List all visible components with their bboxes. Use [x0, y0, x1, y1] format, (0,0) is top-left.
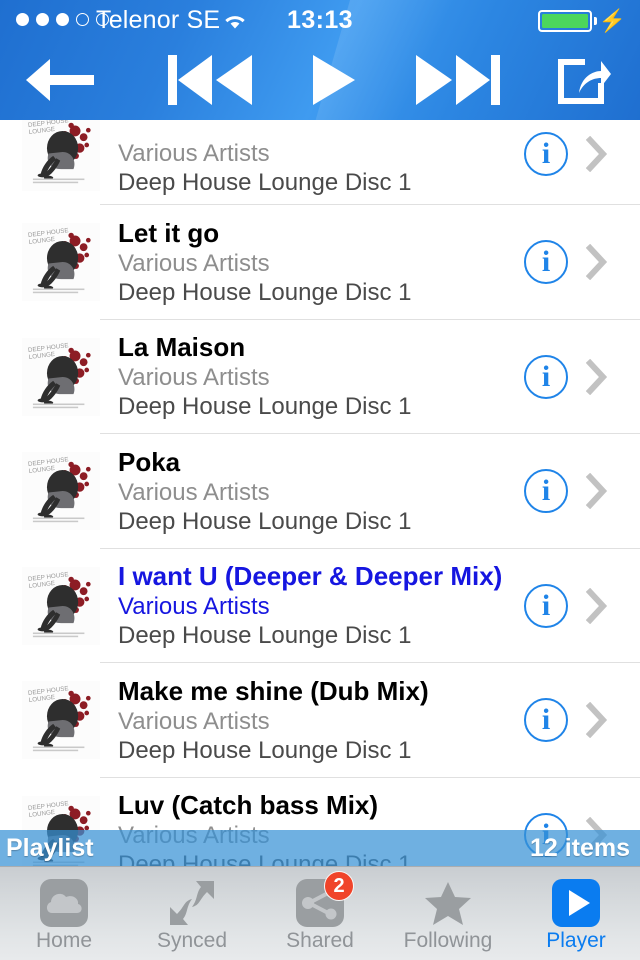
row-album: Deep House Lounge Disc 1	[118, 169, 412, 196]
disclosure-button[interactable]	[580, 434, 624, 549]
disclosure-button[interactable]	[580, 120, 624, 205]
share-icon	[557, 59, 611, 104]
album-art: DEEP HOUSE LOUNGE	[22, 566, 100, 645]
previous-button[interactable]	[150, 40, 270, 120]
row-album: Deep House Lounge Disc 1	[118, 507, 412, 535]
disclosure-button[interactable]	[580, 549, 624, 664]
next-button[interactable]	[395, 40, 520, 120]
tab-bar: Home Synced 2 Shared Following Player	[0, 866, 640, 960]
cloud-icon	[36, 875, 92, 931]
info-button[interactable]: i	[524, 132, 568, 176]
battery-full-icon	[538, 10, 593, 32]
play-icon	[312, 55, 355, 105]
tab-following[interactable]: Following	[384, 867, 512, 960]
info-button[interactable]: i	[524, 583, 568, 628]
tab-player-label: Player	[546, 929, 606, 952]
play-square-icon	[548, 875, 604, 931]
arrow-left-icon	[26, 59, 94, 101]
disclosure-button[interactable]	[580, 205, 624, 320]
tab-following-label: Following	[403, 929, 493, 952]
info-button[interactable]: i	[524, 240, 568, 285]
app-screen: Telenor SE 13:13 ⚡ DEEP HOUSE LOUNGE Var…	[0, 0, 640, 960]
album-art: DEEP HOUSE LOUNGE	[22, 452, 100, 531]
album-art: DEEP HOUSE LOUNGE	[22, 337, 100, 416]
skip-forward-icon	[415, 55, 500, 105]
row-album: Deep House Lounge Disc 1	[118, 393, 412, 421]
skip-backward-icon	[168, 55, 252, 105]
chevron-right-icon	[586, 136, 608, 172]
playlist-status-bar: Playlist 12 items	[0, 830, 640, 866]
tab-home[interactable]: Home	[0, 867, 128, 960]
chevron-right-icon	[586, 244, 608, 281]
chevron-right-icon	[586, 702, 608, 739]
share-nodes-icon: 2	[292, 871, 354, 931]
share-button[interactable]	[535, 40, 630, 120]
chevron-right-icon	[586, 473, 608, 510]
tab-shared[interactable]: 2 Shared	[256, 867, 384, 960]
table-row[interactable]: DEEP HOUSE LOUNGE Let it go Various Artis…	[0, 205, 640, 320]
lightning-bolt-icon: ⚡	[598, 8, 626, 33]
table-row[interactable]: DEEP HOUSE LOUNGE I want U (Deeper & Dee…	[0, 548, 640, 664]
info-button[interactable]: i	[524, 354, 568, 399]
back-button[interactable]	[10, 40, 110, 120]
table-row[interactable]: DEEP HOUSE LOUNGE La Maison Various Artis…	[0, 319, 640, 435]
row-album: Deep House Lounge Disc 1	[118, 278, 412, 306]
info-button[interactable]: i	[524, 698, 568, 743]
playlist-item-count: 12 items	[529, 833, 630, 862]
tab-synced[interactable]: Synced	[128, 867, 256, 960]
table-row[interactable]: DEEP HOUSE LOUNGE Make me shine (Dub Mix…	[0, 663, 640, 778]
star-icon	[420, 875, 476, 931]
tab-home-label: Home	[35, 929, 93, 952]
chevron-right-icon	[586, 358, 608, 395]
chevron-right-icon	[586, 587, 608, 624]
tab-player[interactable]: Player	[512, 867, 640, 960]
sync-arrows-icon	[164, 875, 220, 931]
row-album: Deep House Lounge Disc 1	[118, 622, 412, 650]
player-controls	[0, 40, 640, 120]
table-row[interactable]: DEEP HOUSE LOUNGE Various Artists Deep H…	[0, 120, 640, 205]
disclosure-button[interactable]	[580, 320, 624, 435]
album-art: DEEP HOUSE LOUNGE	[22, 223, 100, 302]
disclosure-button[interactable]	[580, 663, 624, 778]
tab-shared-label: Shared	[286, 929, 354, 952]
album-art: DEEP HOUSE LOUNGE	[22, 120, 100, 191]
tab-synced-label: Synced	[156, 929, 228, 952]
status-bar: Telenor SE 13:13 ⚡	[0, 0, 640, 40]
battery-status: ⚡	[538, 10, 626, 32]
info-button[interactable]: i	[524, 469, 568, 514]
playlist-label: Playlist	[6, 833, 94, 862]
shared-badge: 2	[324, 871, 354, 901]
top-bar: Telenor SE 13:13 ⚡	[0, 0, 640, 120]
play-button[interactable]	[285, 40, 380, 120]
row-album: Deep House Lounge Disc 1	[118, 736, 412, 764]
album-art: DEEP HOUSE LOUNGE	[22, 681, 100, 760]
table-row[interactable]: DEEP HOUSE LOUNGE Poka Various Artists Dee…	[0, 434, 640, 549]
